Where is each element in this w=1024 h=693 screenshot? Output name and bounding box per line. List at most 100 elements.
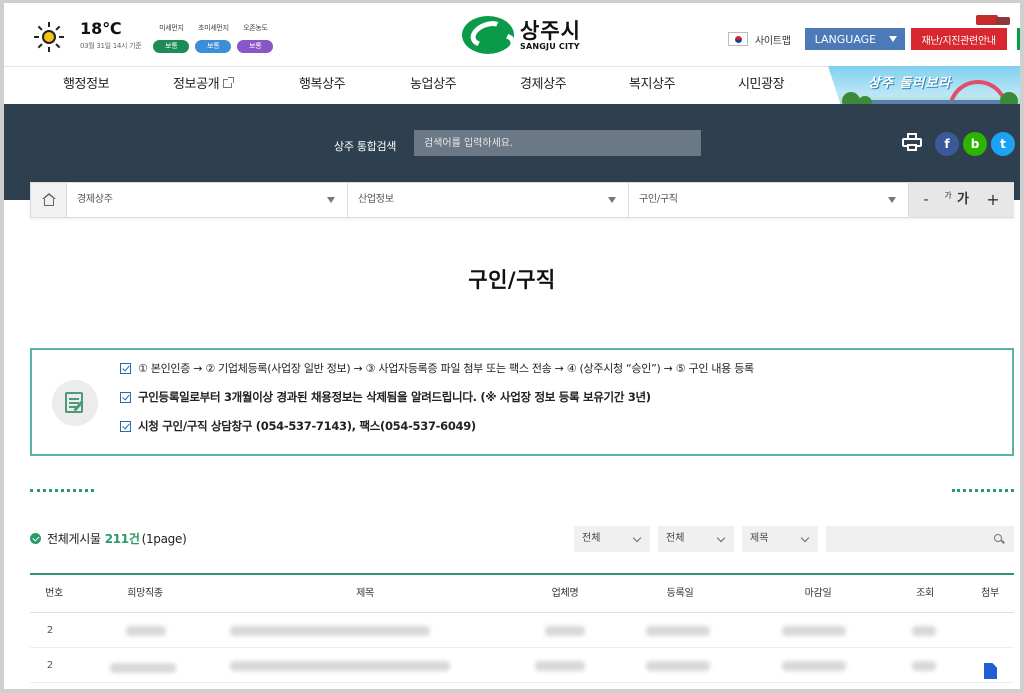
fire-truck-icon <box>976 13 1012 27</box>
banner-text: 상주 둘러보라 <box>868 76 952 91</box>
top-bar: 18℃ 03월 31일 14시 기준 미세먼지 보통 초미세먼지 보통 오존농도… <box>0 0 1024 66</box>
filter-select-1[interactable]: 전체 <box>574 526 650 552</box>
disaster-info-button[interactable]: 재난/지진관련안내 <box>910 28 1007 50</box>
language-select[interactable]: LANGUAGE <box>804 28 905 50</box>
font-small-label: 가 <box>944 191 952 200</box>
font-decrease-button[interactable]: - <box>919 183 933 217</box>
blurred-cell <box>545 626 585 636</box>
col-views: 조회 <box>916 588 934 599</box>
search-label: 상주 통합검색 <box>334 140 397 153</box>
blurred-cell <box>126 626 166 636</box>
checkbox-icon <box>120 420 131 432</box>
logo-korean: 상주시 <box>520 18 581 43</box>
dropdown-arrow-icon <box>608 197 616 203</box>
count-prefix: 전체게시물 <box>47 532 101 546</box>
breadcrumb-level1[interactable]: 경제상주 <box>67 183 348 217</box>
dropdown-arrow-icon <box>888 197 896 203</box>
nav-item-economy[interactable]: 경제상주 <box>520 67 567 105</box>
list-search-input[interactable] <box>826 526 1014 552</box>
filter-select-field[interactable]: 제목 <box>742 526 818 552</box>
notice-box: ① 본인인증 → ② 기업체등록(사업장 일반 정보) → ③ 사업자등록증 파… <box>30 348 1014 456</box>
row-number: 2 <box>46 660 54 671</box>
dropdown-arrow-icon <box>327 197 335 203</box>
blog-icon[interactable]: b <box>963 132 987 156</box>
weather-date: 03월 31일 14시 기준 <box>80 42 142 50</box>
side-tab[interactable] <box>1017 28 1024 50</box>
facebook-icon[interactable]: f <box>935 132 959 156</box>
count-number: 211건 <box>104 532 140 546</box>
table-row[interactable]: 2 <box>30 614 1014 648</box>
table-row[interactable]: 2 <box>30 649 1014 683</box>
col-attach: 첨부 <box>981 588 999 599</box>
chevron-down-icon <box>800 533 810 543</box>
notepad-icon <box>65 392 83 413</box>
logo-english: SANGJU CITY <box>520 41 580 51</box>
site-logo[interactable]: 상주시 SANGJU CITY <box>462 16 581 54</box>
blurred-cell <box>646 626 710 636</box>
breadcrumb-label: 경제상주 <box>77 194 113 205</box>
nav-item-welfare[interactable]: 복지상주 <box>629 67 676 105</box>
nav-item-happy[interactable]: 행복상주 <box>299 67 346 105</box>
nav-item-label: 정보공개 <box>173 77 220 92</box>
col-title: 제목 <box>356 588 374 599</box>
blurred-cell <box>912 661 936 671</box>
filter-value: 전체 <box>582 533 601 544</box>
home-button[interactable] <box>31 183 67 217</box>
divider-left <box>30 489 94 492</box>
temperature: 18℃ <box>80 19 122 38</box>
logo-mark-icon <box>462 16 514 54</box>
notice-line-1: ① 본인인증 → ② 기업체등록(사업장 일반 정보) → ③ 사업자등록증 파… <box>120 360 754 376</box>
external-link-icon <box>223 77 235 88</box>
status-badge: 보통 <box>195 40 232 53</box>
filter-value: 제목 <box>750 533 769 544</box>
breadcrumb-level3[interactable]: 구인/구직 <box>629 183 909 217</box>
status-badge: 보통 <box>153 40 190 53</box>
check-circle-icon <box>30 533 41 544</box>
nav-item-citizen[interactable]: 시민광장 <box>738 67 785 105</box>
search-icon[interactable] <box>994 534 1002 542</box>
checkbox-icon <box>120 391 131 403</box>
blurred-cell <box>230 661 450 671</box>
breadcrumb-level2[interactable]: 산업정보 <box>348 183 629 217</box>
weather-widget: 18℃ 03월 31일 14시 기준 미세먼지 보통 초미세먼지 보통 오존농도… <box>34 20 279 53</box>
font-large-label: 가 <box>957 192 969 207</box>
nav-item-agriculture[interactable]: 농업상주 <box>410 67 457 105</box>
blurred-cell <box>646 661 710 671</box>
table-header: 번호 희망직종 제목 업체명 등록일 마감일 조회 첨부 <box>30 575 1014 613</box>
notice-line-2: 구인등록일로부터 3개월이상 경과된 채용정보는 삭제됨을 알려드립니다. (※… <box>120 389 651 405</box>
col-company: 업체명 <box>551 588 579 599</box>
row-number: 2 <box>46 625 54 636</box>
twitter-icon[interactable]: t <box>991 132 1015 156</box>
notice-text: 구인등록일로부터 3개월이상 경과된 채용정보는 삭제됨을 알려드립니다. (※… <box>138 390 651 404</box>
search-input[interactable] <box>414 130 701 156</box>
air-item-pm25: 초미세먼지 보통 <box>195 23 232 53</box>
blurred-cell <box>230 626 430 636</box>
blurred-cell <box>782 661 846 671</box>
font-increase-button[interactable]: + <box>985 183 1001 217</box>
col-reg-date: 등록일 <box>666 588 694 599</box>
post-count: 전체게시물 211건 (1page) <box>30 530 187 547</box>
divider-right <box>952 489 1014 492</box>
blurred-cell <box>110 663 176 673</box>
caret-down-icon <box>888 36 897 42</box>
sitemap-link[interactable]: 사이트맵 <box>755 32 791 47</box>
air-quality: 미세먼지 보통 초미세먼지 보통 오존농도 보통 <box>153 23 279 53</box>
nav-item-info[interactable]: 정보공개 <box>173 67 235 105</box>
print-icon[interactable] <box>902 133 922 151</box>
filter-select-2[interactable]: 전체 <box>658 526 734 552</box>
chevron-down-icon <box>716 533 726 543</box>
font-size-control: - 가 가 + <box>909 183 1014 217</box>
blurred-cell <box>912 626 936 636</box>
notice-circle <box>52 380 98 426</box>
breadcrumb-label: 구인/구직 <box>639 194 678 205</box>
air-item-ozone: 오존농도 보통 <box>237 23 274 53</box>
col-job-type: 희망직종 <box>127 588 163 599</box>
sun-icon <box>34 22 64 52</box>
col-deadline: 마감일 <box>804 588 832 599</box>
nav-item-admin[interactable]: 행정정보 <box>63 67 110 105</box>
page-title: 구인/구직 <box>468 268 556 292</box>
breadcrumb: 경제상주 산업정보 구인/구직 - 가 가 + <box>30 182 1014 218</box>
blurred-cell <box>782 626 846 636</box>
chevron-down-icon <box>632 533 642 543</box>
blurred-cell <box>535 661 585 671</box>
